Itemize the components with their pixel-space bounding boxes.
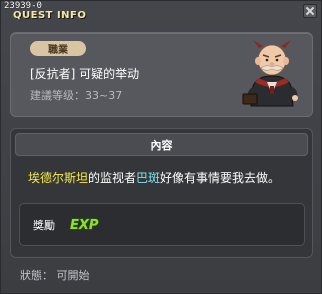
recommended-level: 建議等级：33~37 bbox=[30, 89, 123, 102]
content-header: 內容 bbox=[15, 133, 308, 156]
quest-description: 埃德尔斯坦的监视者巴斑好像有事情要我去做。 bbox=[28, 169, 280, 186]
npc-portrait-icon bbox=[242, 40, 298, 107]
reward-box: 獎勵 EXP bbox=[19, 203, 305, 246]
reward-label: 獎勵 bbox=[33, 219, 55, 232]
description-text: 的监视者 bbox=[88, 171, 137, 185]
window-title: QUEST INFO bbox=[13, 10, 87, 21]
exp-icon: EXP bbox=[69, 217, 99, 232]
quest-summary-panel: 職業 [反抗者] 可疑的举动 建議等级：33~37 bbox=[10, 32, 313, 117]
description-text-end: 好像有事情要我去做。 bbox=[160, 171, 281, 185]
location-highlight: 埃德尔斯坦 bbox=[28, 171, 89, 185]
quest-name: [反抗者] 可疑的举动 bbox=[30, 67, 140, 81]
quest-status: 狀態： 可開始 bbox=[20, 269, 90, 282]
quest-detail-panel: 內容 埃德尔斯坦的监视者巴斑好像有事情要我去做。 獎勵 EXP bbox=[10, 128, 313, 258]
quest-info-window: 23939-0 QUEST INFO 職業 [反抗者] 可疑的举动 建議等级：3… bbox=[0, 0, 322, 294]
job-badge: 職業 bbox=[30, 41, 86, 56]
close-button[interactable] bbox=[303, 4, 317, 18]
svg-text:EXP: EXP bbox=[70, 218, 99, 232]
npc-name-highlight: 巴斑 bbox=[136, 171, 161, 185]
